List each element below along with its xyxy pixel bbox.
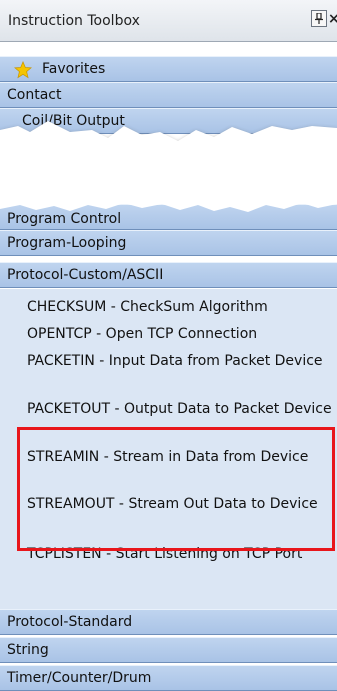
torn-paper-edge (0, 198, 337, 212)
category-string[interactable]: String (0, 637, 337, 663)
window-title: Instruction Toolbox (8, 13, 140, 29)
category-label: Program-Looping (7, 235, 127, 251)
category-label: Protocol-Custom/ASCII (7, 267, 164, 283)
title-bar: Instruction Toolbox × (0, 0, 337, 42)
category-label: Timer/Counter/Drum (7, 670, 152, 686)
category-label: Contact (7, 87, 62, 103)
category-label: Favorites (42, 61, 106, 77)
highlight-box (17, 427, 335, 551)
category-contact[interactable]: Contact (0, 82, 337, 108)
category-protocol-standard[interactable]: Protocol-Standard (0, 609, 337, 635)
category-label: Protocol-Standard (7, 614, 133, 630)
instruction-checksum[interactable]: CHECKSUM - CheckSum Algorithm (27, 297, 332, 317)
category-protocol-custom-ascii[interactable]: Protocol-Custom/ASCII (0, 262, 337, 288)
category-favorites[interactable]: Favorites (0, 56, 337, 82)
category-timer-counter-drum[interactable]: Timer/Counter/Drum (0, 665, 337, 691)
instruction-packetout[interactable]: PACKETOUT - Output Data to Packet Device (27, 399, 332, 419)
pin-icon[interactable] (311, 10, 327, 27)
instruction-opentcp[interactable]: OPENTCP - Open TCP Connection (27, 324, 332, 344)
category-label: String (7, 642, 49, 658)
category-program-looping[interactable]: Program-Looping (0, 230, 337, 256)
instruction-packetin[interactable]: PACKETIN - Input Data from Packet Device (27, 351, 332, 371)
instruction-toolbox-panel: Instruction Toolbox × Favorites Contact … (0, 0, 337, 691)
star-icon (14, 61, 32, 79)
close-icon[interactable]: × (328, 10, 337, 28)
